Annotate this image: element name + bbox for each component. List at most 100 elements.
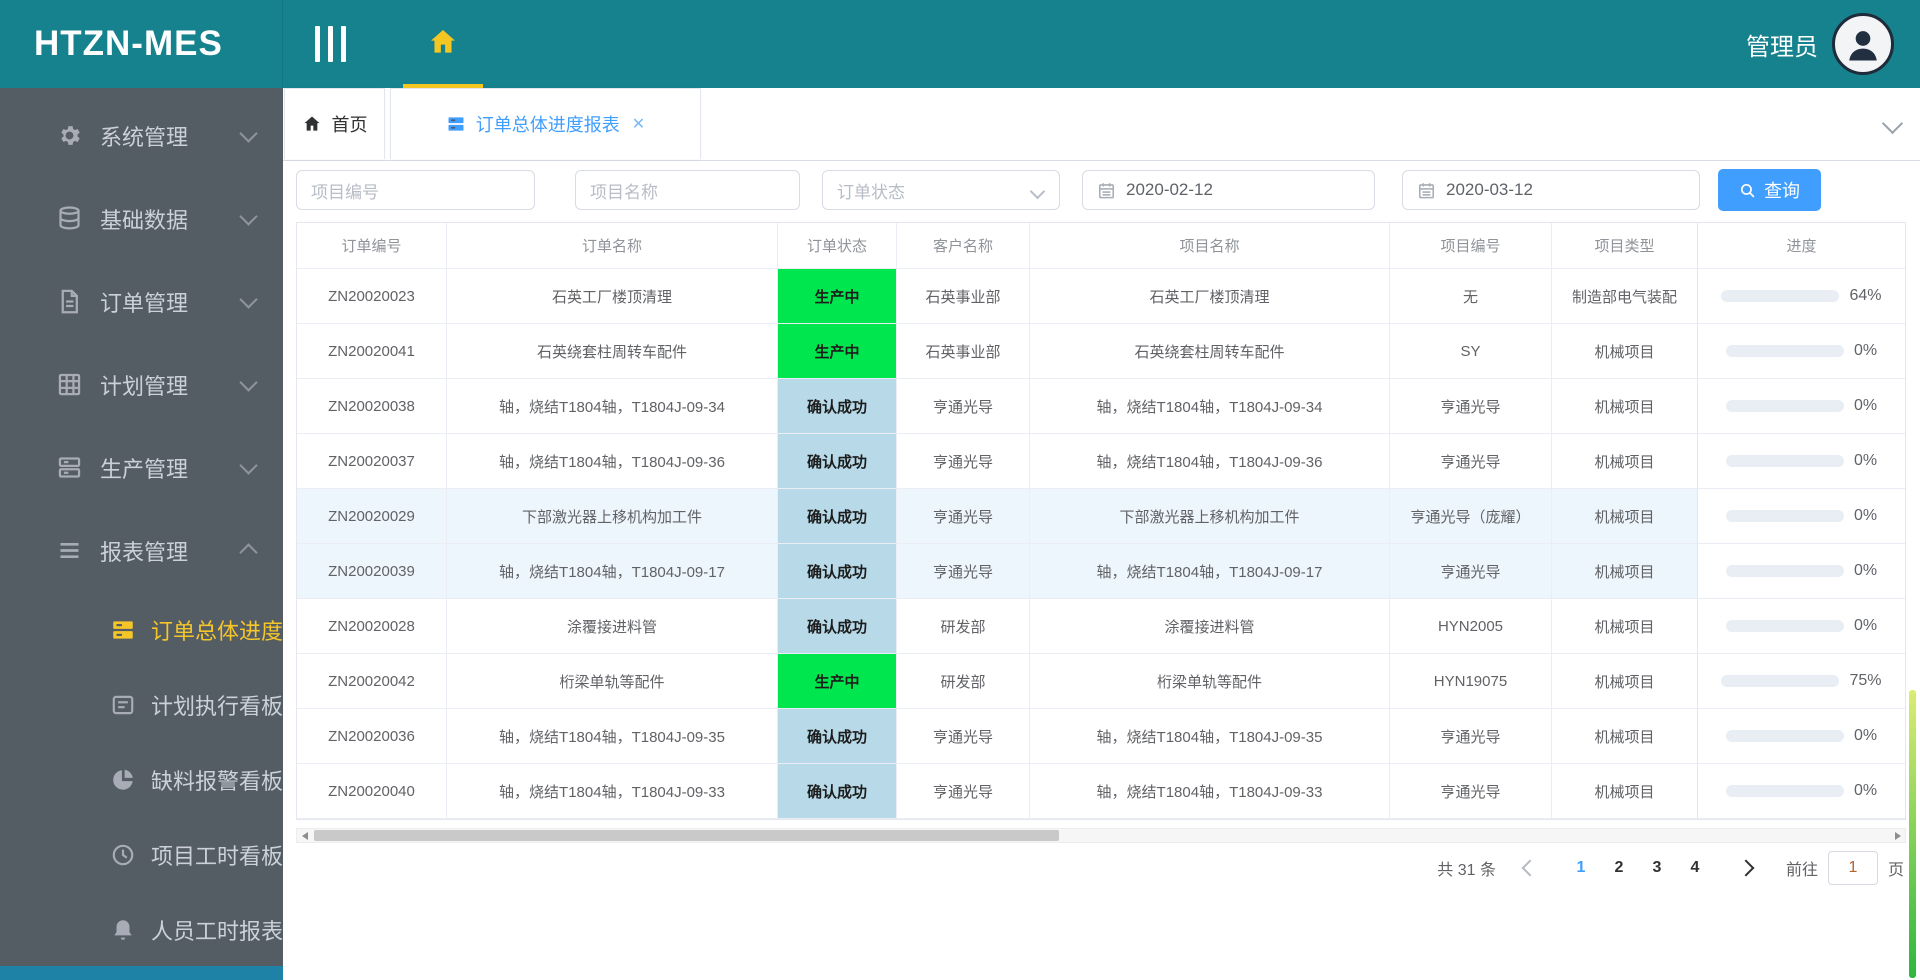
cell-order-status: 生产中 — [778, 269, 897, 324]
sidebar-subitem-1[interactable]: 计划执行看板 — [0, 667, 283, 742]
order-status-select[interactable]: 订单状态 — [822, 170, 1060, 210]
cell-progress: 0% — [1697, 434, 1905, 489]
cell-progress: 0% — [1697, 764, 1905, 819]
date-from-value: 2020-02-12 — [1126, 180, 1213, 199]
scrollbar-thumb[interactable] — [314, 830, 1059, 841]
main-content: 首页 订单总体进度报表 ✕ 项目编号 项目名称 订单状态 2020-02-12 20… — [283, 88, 1920, 980]
cell-project-no: 亨通光导 — [1390, 434, 1552, 489]
pagination-goto-input[interactable]: 1 — [1827, 851, 1878, 885]
search-button-label: 查询 — [1764, 181, 1800, 201]
tab-0[interactable]: 首页 — [284, 88, 385, 159]
user-menu[interactable]: 管理员 — [1746, 0, 1894, 88]
cell-customer: 研发部 — [897, 599, 1030, 654]
sidebar-subitem-0[interactable]: 订单总体进度报表 — [0, 592, 327, 667]
topnav-home[interactable] — [402, 0, 484, 88]
pagination-page-2[interactable]: 2 — [1600, 859, 1638, 877]
cell-order-no: ZN20020042 — [297, 654, 447, 709]
tab-bar: 首页 订单总体进度报表 ✕ — [283, 88, 1920, 161]
orders-table: 订单编号 订单名称 订单状态 客户名称 项目名称 项目编号 项目类型 进度 ZN20020023… — [296, 222, 1906, 820]
cell-customer: 亨通光导 — [897, 709, 1030, 764]
sidebar-item-0[interactable]: 系统管理 — [0, 94, 283, 177]
date-to-input[interactable]: 2020-03-12 — [1402, 170, 1700, 210]
page-vertical-scrollbar[interactable] — [1909, 690, 1916, 978]
tab-label: 首页 — [331, 115, 368, 135]
sidebar-item-label: 计划管理 — [100, 373, 189, 399]
database-icon — [56, 205, 83, 232]
pagination-next-chevron-icon[interactable] — [1737, 859, 1755, 877]
cell-progress: 64% — [1697, 269, 1905, 324]
tab-options-chevron-down-icon[interactable] — [1881, 112, 1904, 135]
cell-project-no: 亨通光导 — [1390, 764, 1552, 819]
progress-label: 75% — [1849, 672, 1882, 689]
tab-close-icon[interactable]: ✕ — [632, 114, 645, 134]
horizontal-scrollbar[interactable] — [296, 828, 1906, 843]
status-badge: 生产中 — [778, 324, 896, 378]
cell-project-no: HYN2005 — [1390, 599, 1552, 654]
pagination-prev-chevron-icon[interactable] — [1521, 859, 1539, 877]
cell-project-no: 亨通光导（庞耀） — [1390, 489, 1552, 544]
production-icon — [56, 454, 83, 481]
sidebar-subitem-2[interactable]: 缺料报警看板 — [0, 742, 283, 817]
progress-bar — [1725, 345, 1844, 357]
cell-project-type: 机械项目 — [1552, 654, 1697, 709]
cell-progress: 75% — [1697, 654, 1905, 709]
app-logo: HTZN-MES — [0, 0, 283, 88]
pagination-page-1[interactable]: 1 — [1562, 859, 1600, 877]
cell-project-name: 石英工厂楼顶清理 — [1030, 269, 1390, 324]
app-header: HTZN-MES 管理员 — [0, 0, 1920, 88]
sidebar-item-4[interactable]: 生产管理 — [0, 426, 283, 509]
pagination-page-unit: 页 — [1887, 862, 1904, 879]
search-button[interactable]: 查询 — [1718, 169, 1821, 211]
scroll-left-arrow-icon[interactable] — [297, 829, 312, 842]
cell-project-type: 机械项目 — [1552, 599, 1697, 654]
cell-project-type: 机械项目 — [1552, 324, 1697, 379]
cell-order-name: 石英绕套柱周转车配件 — [447, 324, 778, 379]
cell-customer: 亨通光导 — [897, 434, 1030, 489]
pagination-page-4[interactable]: 4 — [1676, 859, 1714, 877]
sidebar-item-2[interactable]: 订单管理 — [0, 260, 283, 343]
progress-label: 0% — [1853, 617, 1878, 634]
date-from-input[interactable]: 2020-02-12 — [1082, 170, 1375, 210]
pagination-goto-label: 前往 — [1785, 862, 1818, 879]
cell-customer: 研发部 — [897, 654, 1030, 709]
date-to-value: 2020-03-12 — [1446, 180, 1533, 199]
sidebar-item-5[interactable]: 报表管理 — [0, 509, 283, 592]
chevron-down-icon — [239, 207, 258, 226]
project-no-input[interactable]: 项目编号 — [296, 170, 535, 210]
project-name-input[interactable]: 项目名称 — [575, 170, 800, 210]
cell-project-name: 下部激光器上移机构加工件 — [1030, 489, 1390, 544]
progress-bar — [1721, 290, 1840, 302]
status-badge: 确认成功 — [778, 434, 896, 488]
column-header-5: 项目编号 — [1390, 223, 1552, 269]
list-icon — [56, 537, 83, 564]
cell-order-no: ZN20020023 — [297, 269, 447, 324]
gear-icon — [56, 122, 83, 149]
cell-order-status: 生产中 — [778, 654, 897, 709]
progress-bar — [1725, 455, 1844, 467]
filter-bar: 项目编号 项目名称 订单状态 2020-02-12 2020-03-12 查询 — [283, 160, 1920, 222]
sidebar-subitem-3[interactable]: 项目工时看板 — [0, 817, 283, 892]
cell-order-no: ZN20020036 — [297, 709, 447, 764]
cell-project-name: 轴，烧结T1804轴，T1804J-09-34 — [1030, 379, 1390, 434]
sidebar-item-3[interactable]: 计划管理 — [0, 343, 283, 426]
status-badge: 生产中 — [778, 654, 896, 708]
cell-progress: 0% — [1697, 544, 1905, 599]
cell-order-status: 确认成功 — [778, 544, 897, 599]
cell-project-no: 亨通光导 — [1390, 544, 1552, 599]
sidebar-item-label: 基础数据 — [100, 207, 189, 233]
sidebar-collapse-button[interactable] — [315, 26, 346, 62]
status-badge: 生产中 — [778, 269, 896, 323]
report-icon — [446, 114, 466, 134]
status-badge: 确认成功 — [778, 379, 896, 433]
sidebar-subitem-4[interactable]: 人员工时报表 — [0, 892, 283, 967]
cell-project-type: 机械项目 — [1552, 434, 1697, 489]
tab-1[interactable]: 订单总体进度报表 ✕ — [390, 88, 701, 159]
column-header-2: 订单状态 — [778, 223, 897, 269]
pagination-page-3[interactable]: 3 — [1638, 859, 1676, 877]
sidebar-item-1[interactable]: 基础数据 — [0, 177, 283, 260]
cell-project-type: 机械项目 — [1552, 764, 1697, 819]
cell-project-type: 机械项目 — [1552, 709, 1697, 764]
scroll-right-arrow-icon[interactable] — [1890, 829, 1905, 842]
cell-project-type: 机械项目 — [1552, 379, 1697, 434]
cell-progress: 0% — [1697, 379, 1905, 434]
